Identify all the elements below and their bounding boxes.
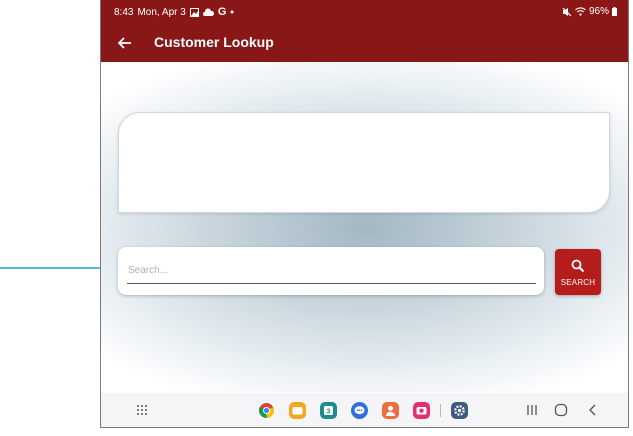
apps-grid-icon[interactable]: [136, 404, 148, 416]
page-title: Customer Lookup: [154, 34, 274, 50]
mute-icon: [562, 7, 572, 16]
search-button-label: SEARCH: [560, 278, 596, 287]
wifi-icon: [575, 7, 586, 16]
battery-percent: 96%: [588, 6, 609, 17]
status-time: 8:43: [114, 6, 134, 18]
search-input[interactable]: [127, 257, 536, 284]
status-bar: 8:43 Mon, Apr 3 G 96%: [101, 0, 628, 24]
search-box: [118, 247, 544, 295]
chrome-icon[interactable]: [258, 402, 275, 419]
cloud-icon: [202, 8, 214, 16]
magnifier-icon: [571, 259, 585, 273]
content-area: SEARCH: [101, 62, 628, 393]
folder-icon[interactable]: [289, 402, 306, 419]
camera-icon[interactable]: [413, 402, 430, 419]
google-icon: G: [217, 6, 227, 18]
battery-icon: [612, 7, 617, 16]
settings-icon[interactable]: [451, 402, 468, 419]
calendar-day: 3: [327, 409, 331, 416]
calendar-icon[interactable]: 3: [320, 402, 337, 419]
image-icon: [189, 7, 199, 17]
recents-icon[interactable]: [525, 404, 539, 416]
dot-icon: [230, 10, 234, 14]
home-icon[interactable]: [554, 403, 568, 417]
contacts-icon[interactable]: [382, 402, 399, 419]
messages-icon[interactable]: [351, 402, 368, 419]
app-bar: Customer Lookup: [101, 24, 628, 62]
navigation-bar: 3: [101, 393, 628, 427]
dock-divider: [440, 404, 441, 417]
search-button[interactable]: SEARCH: [555, 249, 601, 295]
status-date: Mon, Apr 3: [137, 6, 186, 18]
arrow-left-icon[interactable]: [115, 33, 135, 53]
blank-card: [118, 112, 610, 213]
device-frame: 8:43 Mon, Apr 3 G 96% Customer Lookup Se…: [100, 0, 629, 428]
back-icon[interactable]: [587, 403, 599, 417]
app-dock: 3: [258, 402, 482, 419]
